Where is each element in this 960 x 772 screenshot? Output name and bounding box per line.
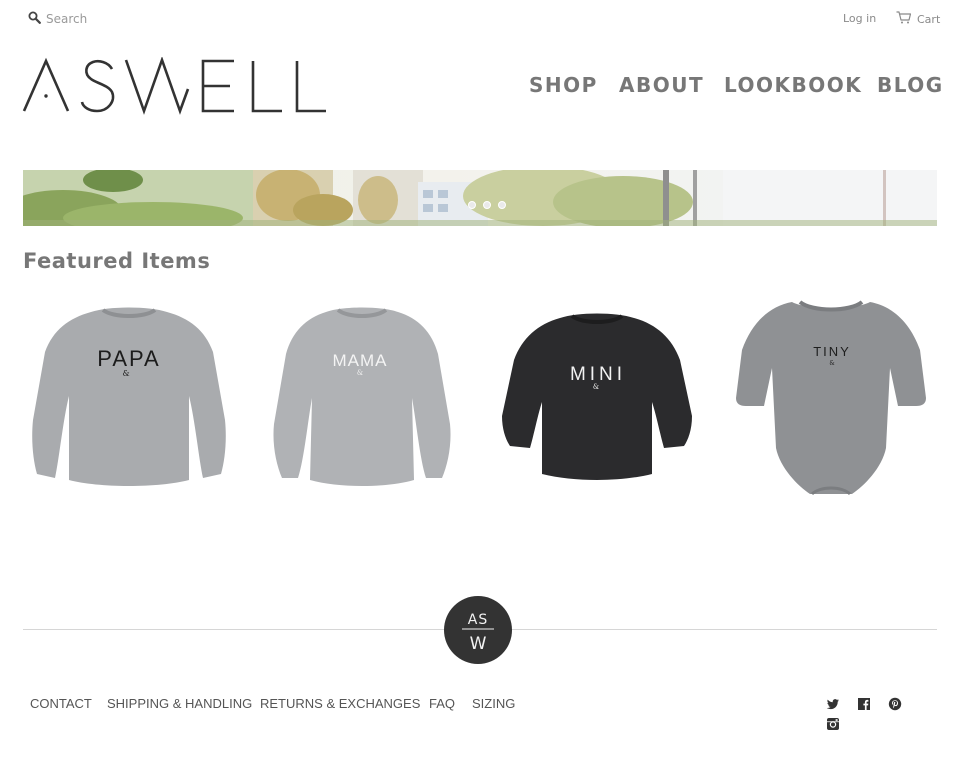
hero-slideshow[interactable] bbox=[23, 170, 937, 226]
nav-shop[interactable]: SHOP bbox=[529, 73, 598, 97]
product-mama-sweatshirt[interactable]: MAMA & bbox=[270, 300, 454, 492]
product-print-text: PAPA bbox=[97, 346, 160, 371]
main-nav: SHOP ABOUT LOOKBOOK BLOG bbox=[0, 73, 960, 99]
top-bar: Log in Cart bbox=[0, 0, 960, 36]
svg-text:&: & bbox=[593, 383, 599, 391]
footer-link-sizing[interactable]: SIZING bbox=[472, 696, 515, 711]
product-papa-sweatshirt[interactable]: PAPA & bbox=[29, 300, 229, 492]
cart-label: Cart bbox=[917, 12, 941, 26]
product-print-text: MAMA bbox=[333, 351, 388, 370]
footer-logo-badge: AS W bbox=[444, 596, 512, 664]
nav-blog[interactable]: BLOG bbox=[877, 73, 944, 97]
product-image: MINI & bbox=[502, 313, 692, 480]
svg-text:&: & bbox=[829, 360, 835, 367]
product-image: PAPA & bbox=[32, 307, 226, 486]
pinterest-icon[interactable] bbox=[888, 696, 902, 711]
nav-about[interactable]: ABOUT bbox=[619, 73, 704, 97]
login-link[interactable]: Log in bbox=[843, 12, 876, 25]
svg-text:W: W bbox=[470, 634, 487, 654]
footer-link-returns[interactable]: RETURNS & EXCHANGES bbox=[260, 696, 420, 711]
search-input[interactable] bbox=[46, 11, 206, 26]
product-image: TINY & bbox=[736, 300, 926, 496]
slide-dot-2[interactable] bbox=[483, 201, 491, 209]
svg-text:&: & bbox=[122, 369, 129, 378]
product-mini-sweatshirt[interactable]: MINI & bbox=[500, 310, 694, 484]
featured-items-heading: Featured Items bbox=[23, 249, 211, 273]
footer-link-shipping[interactable]: SHIPPING & HANDLING bbox=[107, 696, 252, 711]
twitter-icon[interactable] bbox=[826, 696, 840, 710]
footer-nav: CONTACT SHIPPING & HANDLING RETURNS & EX… bbox=[0, 696, 800, 716]
cart-icon bbox=[896, 11, 917, 27]
svg-text:AS: AS bbox=[468, 612, 488, 628]
product-print-text: TINY bbox=[813, 344, 851, 359]
svg-text:&: & bbox=[357, 369, 363, 377]
instagram-icon[interactable] bbox=[826, 716, 840, 730]
search-form[interactable] bbox=[28, 9, 206, 28]
product-image: MAMA & bbox=[273, 307, 451, 486]
product-print-text: MINI bbox=[570, 364, 626, 385]
nav-lookbook[interactable]: LOOKBOOK bbox=[724, 73, 862, 97]
slide-dot-1[interactable] bbox=[468, 201, 476, 209]
footer-link-faq[interactable]: FAQ bbox=[429, 696, 455, 711]
search-icon[interactable] bbox=[28, 9, 41, 28]
hero-image bbox=[23, 170, 937, 226]
slide-dot-3[interactable] bbox=[498, 201, 506, 209]
cart-link[interactable]: Cart bbox=[896, 11, 940, 27]
product-tiny-bodysuit[interactable]: TINY & bbox=[734, 298, 928, 498]
footer-link-contact[interactable]: CONTACT bbox=[30, 696, 92, 711]
facebook-icon[interactable] bbox=[857, 696, 871, 710]
